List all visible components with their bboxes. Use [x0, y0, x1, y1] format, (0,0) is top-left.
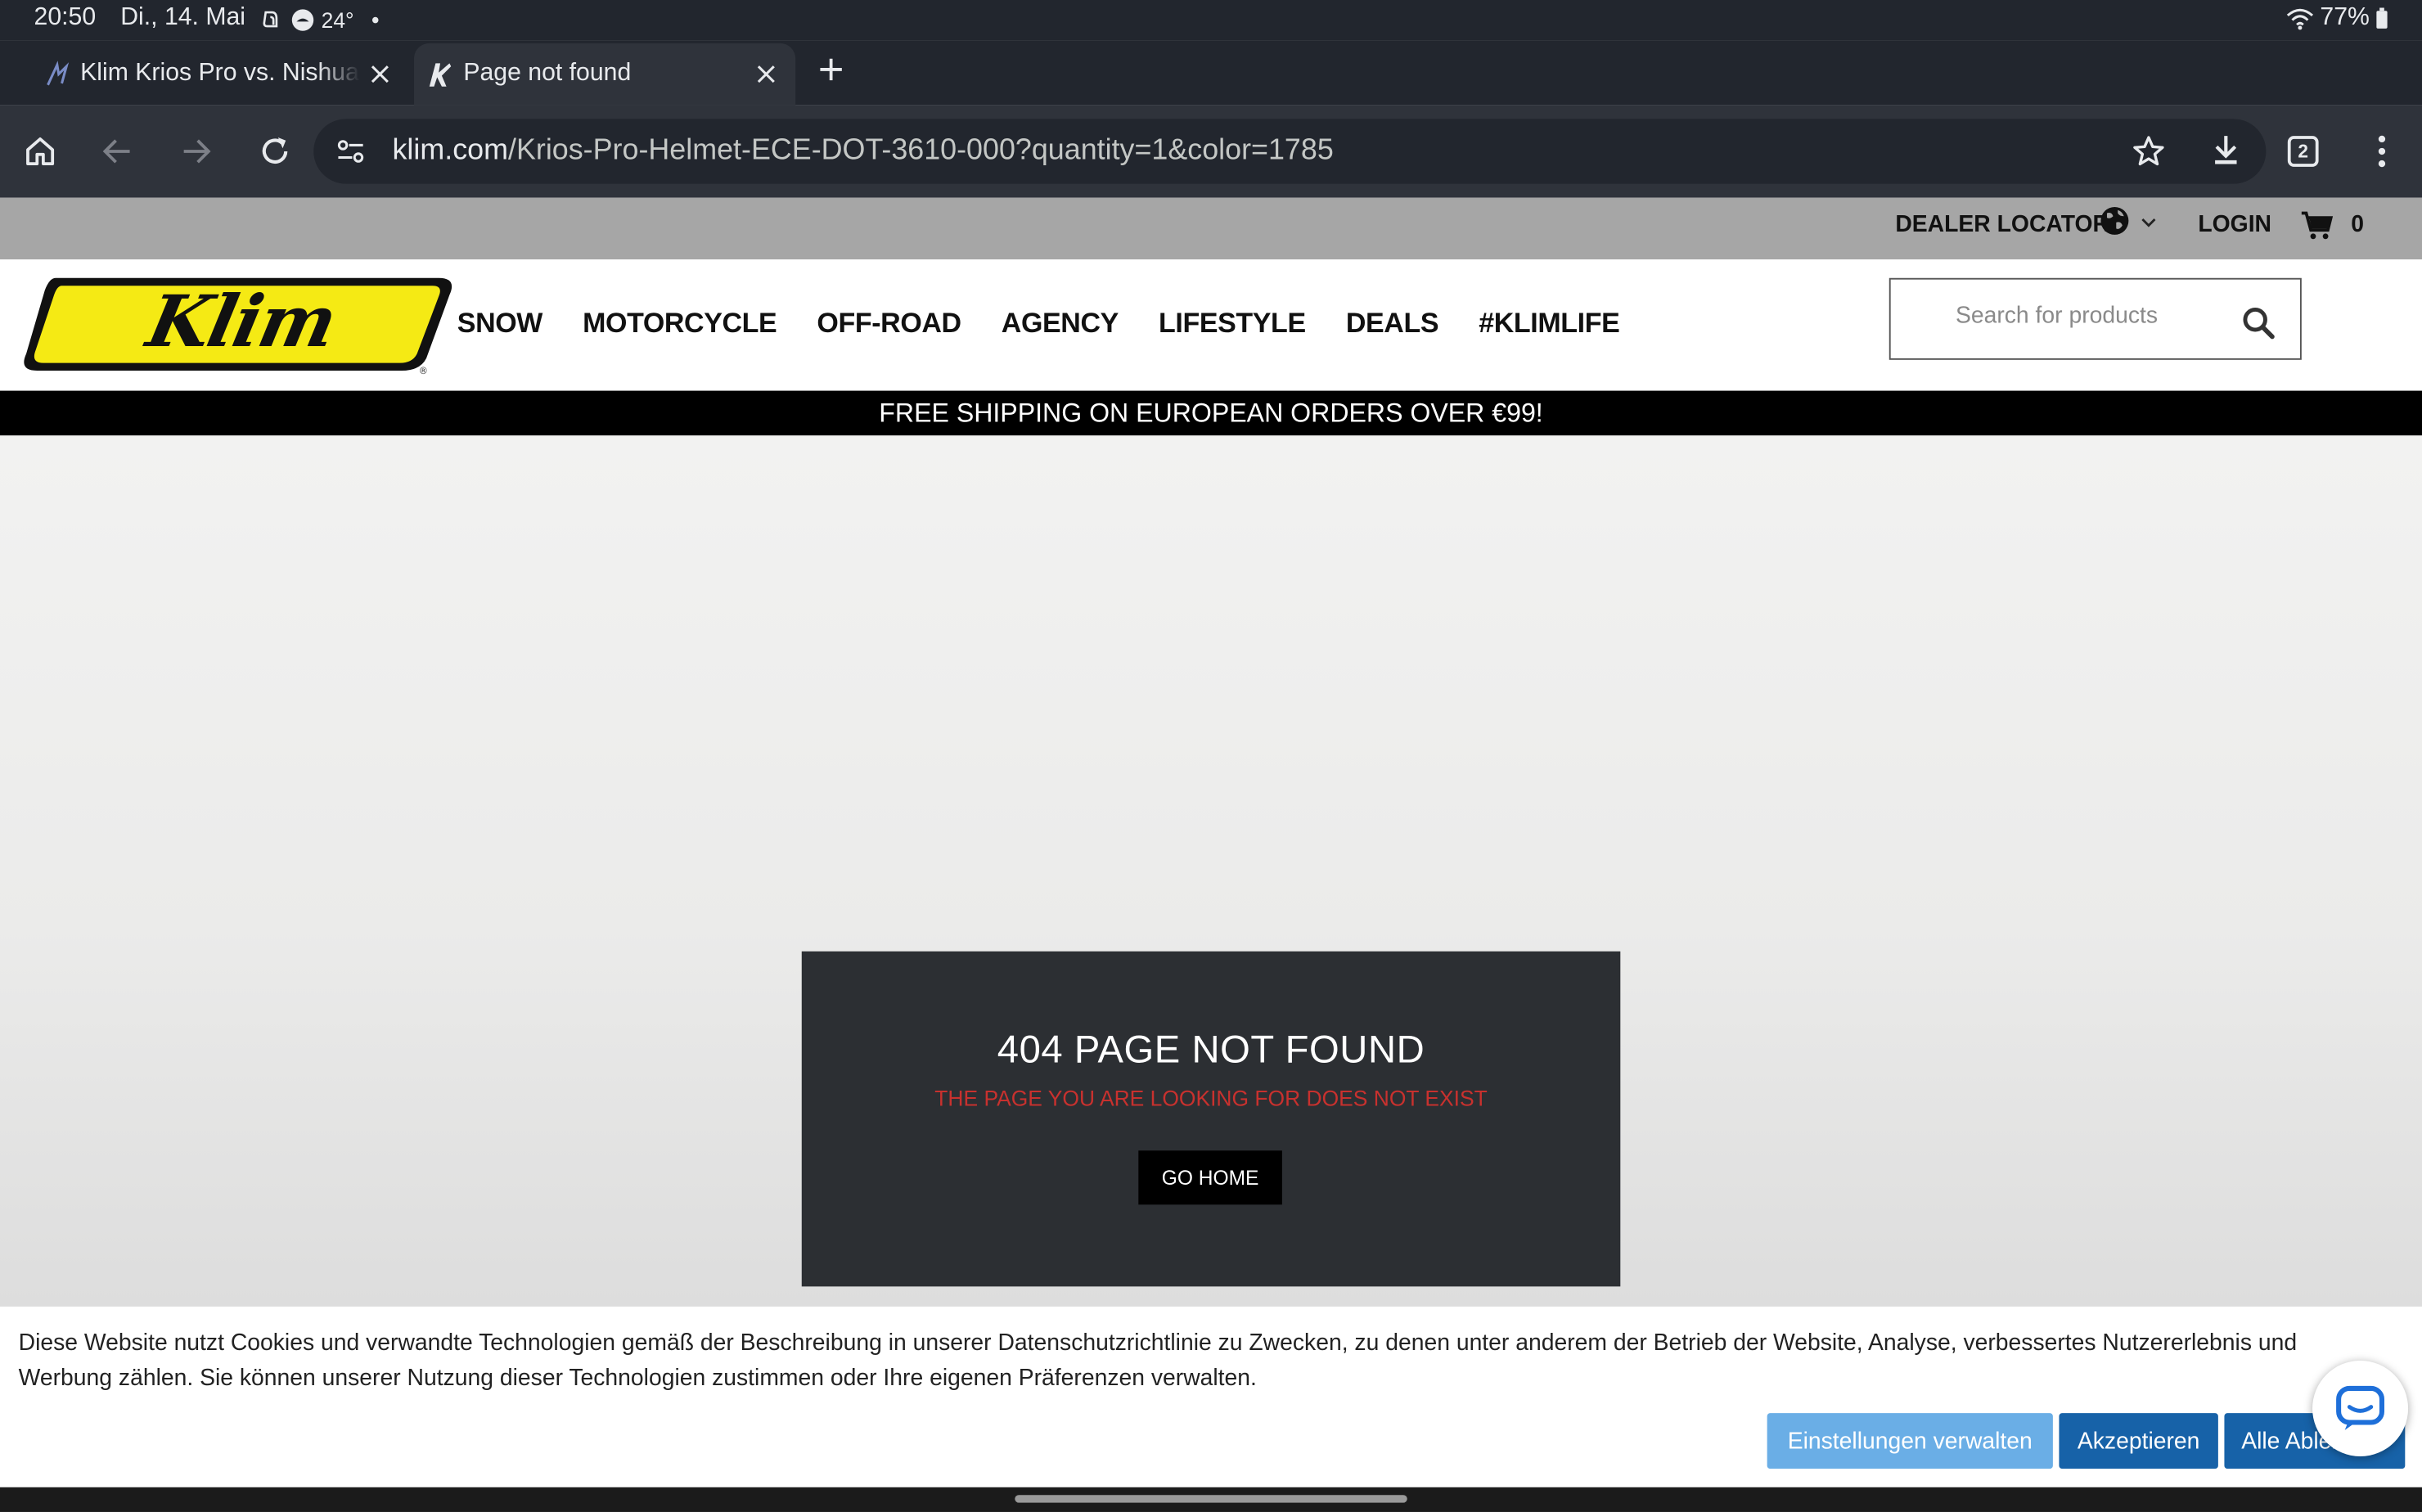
status-bar: 20:50 Di., 14. Mai 24° 77%: [0, 0, 2422, 41]
notification-icon: [259, 7, 284, 32]
back-arrow-icon[interactable]: [94, 128, 141, 175]
screen: 20:50 Di., 14. Mai 24° 77% Klim Krios Pr…: [0, 0, 2422, 1512]
klim-logo[interactable]: Klim ®: [21, 273, 454, 376]
site-header: Klim ® SNOW MOTORCYCLE OFF-ROAD AGENCY L…: [0, 259, 2422, 391]
weather-icon: [290, 7, 315, 32]
nav-motorcycle[interactable]: MOTORCYCLE: [583, 308, 777, 340]
svg-text:Klim: Klim: [138, 280, 343, 363]
cookie-text: Diese Website nutzt Cookies und verwandt…: [18, 1330, 2298, 1392]
browser-toolbar: klim.com/Krios-Pro-Helmet-ECE-DOT-3610-0…: [0, 105, 2422, 198]
gesture-bar: [0, 1487, 2422, 1512]
forward-arrow-icon[interactable]: [173, 128, 219, 175]
tab-switcher-button[interactable]: 2: [2287, 136, 2319, 167]
error-title: 404 PAGE NOT FOUND: [997, 1028, 1425, 1072]
battery-icon: [2375, 7, 2388, 29]
more-menu-icon[interactable]: [2359, 128, 2406, 175]
klim-favicon-icon: [426, 61, 454, 88]
status-date: Di., 14. Mai: [120, 4, 246, 31]
svg-text:®: ®: [419, 365, 428, 376]
status-icons: 24°: [259, 7, 379, 33]
status-right: 77%: [2286, 5, 2388, 33]
download-icon[interactable]: [2208, 131, 2244, 168]
dealer-locator-link[interactable]: DEALER LOCATOR: [1895, 212, 2109, 238]
promo-banner: FREE SHIPPING ON EUROPEAN ORDERS OVER €9…: [0, 390, 2422, 436]
reload-icon[interactable]: [252, 128, 299, 175]
nav-snow[interactable]: SNOW: [457, 308, 543, 340]
error-panel: 404 PAGE NOT FOUND THE PAGE YOU ARE LOOK…: [801, 951, 1621, 1287]
wifi-icon: [2286, 7, 2314, 31]
nav-deals[interactable]: DEALS: [1346, 308, 1439, 340]
site-settings-icon[interactable]: [335, 136, 367, 167]
chevron-down-icon[interactable]: [2141, 216, 2156, 228]
status-time: 20:50: [34, 4, 97, 31]
bookmark-star-icon[interactable]: [2130, 133, 2167, 169]
tab-klim-krios[interactable]: Klim Krios Pro vs. Nishua Helmet: [31, 43, 410, 106]
tab-title: Page not found: [463, 60, 632, 87]
chat-bubble-icon[interactable]: [2312, 1360, 2409, 1457]
tab-strip: Klim Krios Pro vs. Nishua Helmet Page no…: [0, 40, 2422, 106]
nav-agency[interactable]: AGENCY: [1002, 308, 1119, 340]
search-box: [1889, 277, 2302, 360]
new-tab-plus-icon[interactable]: [811, 49, 851, 89]
nav-off-road[interactable]: OFF-ROAD: [817, 308, 961, 340]
nav-klimlife[interactable]: #KLIMLIFE: [1479, 308, 1620, 340]
url-host: klim.com: [392, 134, 508, 167]
tab-close-icon[interactable]: [746, 54, 786, 94]
accept-button[interactable]: Akzeptieren: [2059, 1413, 2218, 1469]
login-link[interactable]: LOGIN: [2198, 212, 2271, 238]
home-handle[interactable]: [1015, 1495, 1407, 1503]
battery-level: 77%: [2320, 4, 2370, 31]
tab-favicon-icon: [43, 61, 71, 88]
error-subtitle: THE PAGE YOU ARE LOOKING FOR DOES NOT EX…: [934, 1085, 1488, 1111]
address-bar[interactable]: klim.com/Krios-Pro-Helmet-ECE-DOT-3610-0…: [313, 119, 2267, 184]
cart-icon[interactable]: [2300, 210, 2334, 241]
cookie-banner: Diese Website nutzt Cookies und verwandt…: [0, 1306, 2422, 1487]
tab-page-not-found[interactable]: Page not found: [413, 43, 796, 106]
utility-bar: DEALER LOCATOR LOGIN 0: [0, 197, 2422, 260]
cart-count[interactable]: 0: [2351, 212, 2364, 238]
home-icon[interactable]: [17, 128, 64, 175]
nav-lifestyle[interactable]: LIFESTYLE: [1159, 308, 1306, 340]
status-dot: [372, 16, 379, 24]
go-home-button[interactable]: GO HOME: [1138, 1150, 1282, 1205]
url-text: klim.com/Krios-Pro-Helmet-ECE-DOT-3610-0…: [393, 134, 1334, 169]
status-temperature: 24°: [321, 7, 354, 33]
search-input[interactable]: [1955, 302, 2234, 330]
tab-title: Klim Krios Pro vs. Nishua Helmet: [80, 60, 360, 87]
url-path: /Krios-Pro-Helmet-ECE-DOT-3610-000?quant…: [507, 134, 1334, 167]
manage-settings-button[interactable]: Einstellungen verwalten: [1767, 1413, 2053, 1469]
globe-icon[interactable]: [2100, 205, 2131, 236]
tab-close-icon[interactable]: [360, 54, 400, 94]
search-icon[interactable]: [2241, 306, 2276, 340]
main-content: 404 PAGE NOT FOUND THE PAGE YOU ARE LOOK…: [0, 435, 2422, 1332]
main-nav: SNOW MOTORCYCLE OFF-ROAD AGENCY LIFESTYL…: [457, 308, 1660, 340]
